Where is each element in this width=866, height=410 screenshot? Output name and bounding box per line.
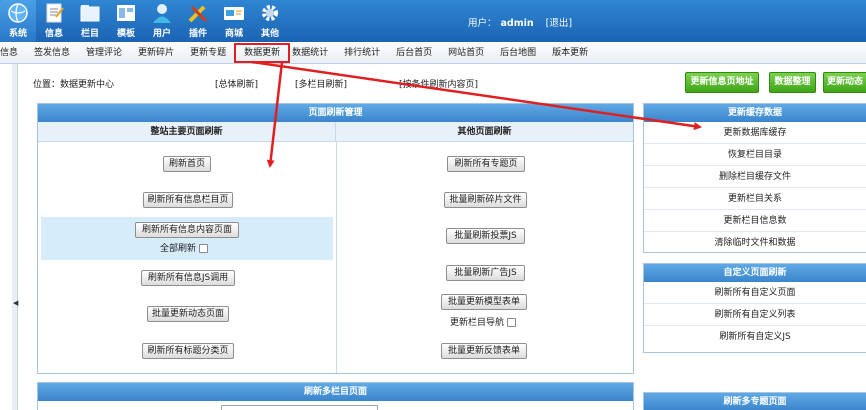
- refresh-all-topics-button[interactable]: 刷新所有专题页: [447, 156, 525, 172]
- nav-refresh-checkbox[interactable]: [507, 318, 517, 327]
- user-info: 用户： admin [退出]: [468, 15, 576, 29]
- nav-info[interactable]: 信息: [36, 0, 72, 42]
- sub-menu: 信息 签发信息 管理评论 更新碎片 更新专题 数据更新 数据统计 排行统计 后台…: [0, 42, 866, 64]
- nav-user[interactable]: 用户: [144, 0, 180, 42]
- nav-column[interactable]: 栏目: [72, 0, 108, 42]
- right-column-header: 其他页面刷新: [335, 122, 633, 141]
- custom-item[interactable]: 刷新所有自定义列表: [644, 304, 866, 326]
- submenu-item-data-update[interactable]: 数据更新: [234, 42, 291, 63]
- panel-column-headers: 整站主要页面刷新 其他页面刷新: [38, 122, 633, 142]
- submenu-item[interactable]: 管理评论: [78, 42, 130, 64]
- nav-system[interactable]: 系统: [0, 0, 36, 42]
- sidebar-toggle[interactable]: ◀: [12, 64, 18, 410]
- user-icon: [151, 2, 173, 24]
- batch-update-feedback-form-button[interactable]: 批量更新反馈表单: [441, 343, 527, 359]
- panel-title: 更新缓存数据: [644, 104, 866, 122]
- all-refresh-checkbox[interactable]: [199, 244, 209, 253]
- user-prefix: 用户：: [468, 18, 497, 29]
- location-text: 位置：数据更新中心: [33, 80, 115, 90]
- panel-title: 自定义页面刷新: [644, 264, 866, 282]
- cache-item[interactable]: 更新栏目关系: [644, 188, 866, 210]
- template-icon: [115, 2, 137, 24]
- cache-update-panel: 更新缓存数据 更新数据库缓存 恢复栏目目录 删除栏目缓存文件 更新栏目关系 更新…: [643, 103, 866, 253]
- cache-item[interactable]: 恢复栏目目录: [644, 144, 866, 166]
- submenu-item[interactable]: 版本更新: [544, 42, 596, 64]
- custom-item[interactable]: 刷新所有自定义JS: [644, 326, 866, 348]
- custom-item[interactable]: 刷新所有自定义页面: [644, 282, 866, 304]
- submenu-item[interactable]: 签发信息: [26, 42, 78, 64]
- folder-icon: [79, 2, 101, 24]
- all-refresh-label: 全部刷新: [160, 244, 197, 254]
- submenu-item[interactable]: 网站首页: [440, 42, 492, 64]
- nav-label: 商城: [224, 29, 243, 39]
- all-refresh-option: 全部刷新: [160, 241, 209, 254]
- link-condition-refresh[interactable]: [按条件刷新内容页]: [399, 77, 478, 90]
- batch-update-model-form-button[interactable]: 批量更新模型表单: [441, 294, 527, 310]
- nav-label: 其他: [260, 29, 279, 39]
- refresh-all-content-pages-button[interactable]: 刷新所有信息内容页面: [135, 222, 239, 238]
- column-select[interactable]: [221, 405, 378, 410]
- link-multi-column-refresh[interactable]: [多栏目刷新]: [295, 77, 347, 90]
- custom-page-refresh-panel: 自定义页面刷新 刷新所有自定义页面 刷新所有自定义列表 刷新所有自定义JS: [643, 263, 866, 353]
- logout-link[interactable]: [退出]: [546, 18, 572, 29]
- custom-list: 刷新所有自定义页面 刷新所有自定义列表 刷新所有自定义JS: [644, 282, 866, 348]
- arrow-left-icon: ◀: [13, 299, 19, 307]
- submenu-item[interactable]: 后台首页: [388, 42, 440, 64]
- nav-label: 栏目: [80, 29, 99, 39]
- batch-refresh-vote-js-button[interactable]: 批量刷新投票JS: [446, 228, 525, 244]
- nav-label: 系统: [8, 29, 27, 39]
- refresh-title-category-button[interactable]: 刷新所有标题分类页: [142, 343, 234, 359]
- refresh-all-column-pages-button[interactable]: 刷新所有信息栏目页: [143, 192, 233, 208]
- submenu-item[interactable]: 更新专题: [182, 42, 234, 64]
- multi-topic-refresh-panel: 刷新多专题页面: [643, 392, 866, 410]
- batch-update-dynamic-button[interactable]: 批量更新动态页面: [147, 306, 229, 322]
- cache-item[interactable]: 更新栏目信息数: [644, 210, 866, 232]
- multi-column-refresh-panel: 刷新多栏目页面: [37, 382, 634, 410]
- cache-list: 更新数据库缓存 恢复栏目目录 删除栏目缓存文件 更新栏目关系 更新栏目信息数 清…: [644, 122, 866, 254]
- batch-refresh-ad-js-button[interactable]: 批量刷新广告JS: [446, 265, 525, 281]
- nav-template[interactable]: 模板: [108, 0, 144, 42]
- update-info-url-button[interactable]: 更新信息页地址: [685, 72, 759, 93]
- cache-item[interactable]: 删除栏目缓存文件: [644, 166, 866, 188]
- panel-title: 页面刷新管理: [38, 104, 633, 122]
- update-dynamic-button[interactable]: 更新动态: [823, 72, 866, 93]
- top-nav: 系统 信息 栏目 模板 用户 插件 商城 其他: [0, 0, 288, 42]
- nav-refresh-label: 更新栏目导航: [450, 318, 505, 328]
- nav-plugin[interactable]: 插件: [180, 0, 216, 42]
- panel-title: 刷新多专题页面: [644, 393, 866, 410]
- shop-card-icon: [223, 2, 245, 24]
- nav-label: 模板: [116, 29, 135, 39]
- page-refresh-panel: 页面刷新管理 整站主要页面刷新 其他页面刷新 刷新首页 刷新所有信息栏目页 刷新…: [37, 103, 634, 374]
- nav-label: 信息: [44, 29, 63, 39]
- submenu-item[interactable]: 数据统计: [290, 42, 336, 64]
- globe-icon: [7, 2, 29, 24]
- cache-item[interactable]: 更新数据库缓存: [644, 122, 866, 144]
- username: admin: [500, 18, 534, 29]
- nav-other[interactable]: 其他: [252, 0, 288, 42]
- nav-shop[interactable]: 商城: [216, 0, 252, 42]
- nav-label: 插件: [188, 29, 207, 39]
- left-column-header: 整站主要页面刷新: [150, 127, 223, 137]
- submenu-item[interactable]: 后台地图: [492, 42, 544, 64]
- submenu-item[interactable]: 信息: [0, 42, 26, 64]
- refresh-home-button[interactable]: 刷新首页: [163, 156, 211, 172]
- refresh-all-js-button[interactable]: 刷新所有信息JS调用: [141, 270, 235, 286]
- nav-label: 用户: [152, 29, 171, 39]
- column-divider: [336, 142, 337, 373]
- link-all-refresh[interactable]: [总体刷新]: [215, 77, 258, 90]
- batch-refresh-fragments-button[interactable]: 批量刷新碎片文件: [444, 192, 527, 208]
- nav-refresh-option: 更新栏目导航: [450, 315, 517, 328]
- cache-item[interactable]: 清除临时文件和数据: [644, 232, 866, 254]
- gear-icon: [259, 2, 281, 24]
- submenu-item[interactable]: 更新碎片: [130, 42, 182, 64]
- tools-icon: [187, 2, 209, 24]
- data-tidy-button[interactable]: 数据整理: [769, 72, 816, 93]
- submenu-item[interactable]: 排行统计: [336, 42, 388, 64]
- document-icon: [43, 2, 65, 24]
- panel-title: 刷新多栏目页面: [38, 383, 633, 401]
